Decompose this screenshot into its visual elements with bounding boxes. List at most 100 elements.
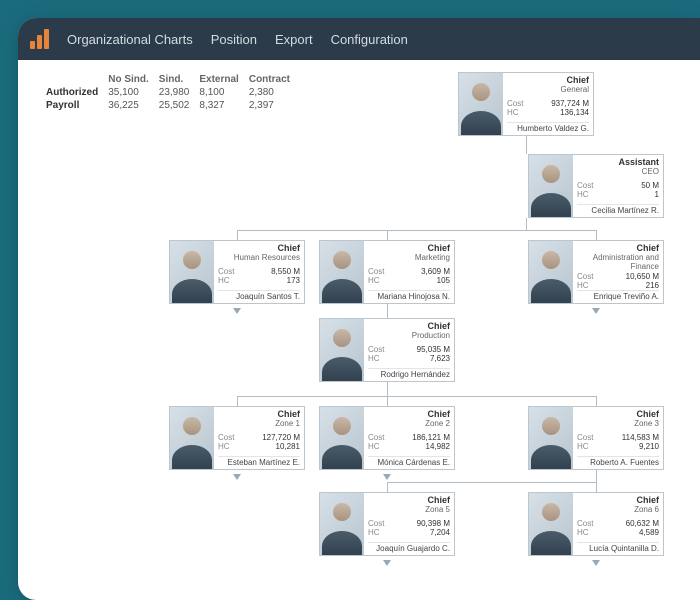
connector — [596, 396, 597, 406]
org-node-adminfin[interactable]: Chief Administration and Finance Cost 10,… — [528, 240, 664, 304]
org-node-hr[interactable]: Chief Human Resources Cost8,550 M HC173 … — [169, 240, 305, 304]
node-dept: Zona 6 — [577, 505, 659, 514]
avatar — [529, 241, 573, 303]
logo-icon — [30, 29, 49, 49]
node-name: Mariana Hinojosa N. — [368, 290, 450, 301]
metric-label: HC — [577, 281, 589, 290]
node-name: Cecilia Martínez R. — [577, 204, 659, 215]
connector — [387, 482, 388, 492]
node-role: Chief — [368, 495, 450, 505]
node-role: Chief — [577, 495, 659, 505]
org-node-marketing[interactable]: Chief Marketing Cost3,609 M HC105 Marian… — [319, 240, 455, 304]
node-role: Chief — [368, 409, 450, 419]
metric-value: 90,398 M — [417, 519, 450, 528]
nav-position[interactable]: Position — [211, 32, 257, 47]
avatar — [170, 407, 214, 469]
node-dept: CEO — [577, 167, 659, 176]
app-window: Organizational Charts Position Export Co… — [18, 18, 700, 600]
connector — [526, 136, 527, 154]
metric-label: HC — [577, 442, 589, 451]
node-name: Mónica Cárdenas E. — [368, 456, 450, 467]
expand-arrow-icon[interactable] — [383, 560, 391, 566]
node-dept: Zone 3 — [577, 419, 659, 428]
connector — [237, 396, 238, 406]
metric-value: 114,583 M — [622, 433, 659, 442]
node-name: Roberto A. Fuentes — [577, 456, 659, 467]
expand-arrow-icon[interactable] — [592, 308, 600, 314]
org-node-zone2[interactable]: Chief Zone 2 Cost186,121 M HC14,982 Móni… — [319, 406, 455, 470]
metric-value: 1 — [655, 190, 659, 199]
metric-label: HC — [368, 442, 380, 451]
node-dept: Zone 2 — [368, 419, 450, 428]
expand-arrow-icon[interactable] — [383, 474, 391, 480]
org-node-production[interactable]: Chief Production Cost95,035 M HC7,623 Ro… — [319, 318, 455, 382]
node-name: Joaquín Guajardo C. — [368, 542, 450, 553]
metric-label: Cost — [368, 345, 384, 354]
metric-value: 10,650 M — [626, 272, 659, 281]
metric-label: Cost — [507, 99, 523, 108]
metric-value: 216 — [646, 281, 659, 290]
node-dept: Production — [368, 331, 450, 340]
connector — [387, 230, 388, 240]
topbar: Organizational Charts Position Export Co… — [18, 18, 700, 60]
org-node-zona6[interactable]: Chief Zona 6 Cost60,632 M HC4,589 Lucía … — [528, 492, 664, 556]
node-dept: Marketing — [368, 253, 450, 262]
nav-configuration[interactable]: Configuration — [331, 32, 408, 47]
metric-value: 937,724 M — [551, 99, 589, 108]
node-role: Chief — [577, 243, 659, 253]
org-node-zone1[interactable]: Chief Zone 1 Cost127,720 M HC10,281 Este… — [169, 406, 305, 470]
metric-value: 7,204 — [430, 528, 450, 537]
org-node-zone3[interactable]: Chief Zone 3 Cost114,583 M HC9,210 Rober… — [528, 406, 664, 470]
nav-org-charts[interactable]: Organizational Charts — [67, 32, 193, 47]
node-role: Chief — [218, 243, 300, 253]
metric-label: Cost — [218, 433, 234, 442]
metric-label: HC — [218, 276, 230, 285]
connector — [237, 230, 596, 231]
node-role: Chief — [577, 409, 659, 419]
node-role: Assistant — [577, 157, 659, 167]
metric-value: 10,281 — [276, 442, 300, 451]
node-dept: Zona 5 — [368, 505, 450, 514]
metric-label: Cost — [368, 519, 384, 528]
avatar — [529, 155, 573, 217]
metric-value: 105 — [437, 276, 450, 285]
node-name: Lucía Quintanilla D. — [577, 542, 659, 553]
metric-label: Cost — [577, 272, 593, 281]
metric-value: 4,589 — [639, 528, 659, 537]
connector — [526, 218, 527, 230]
expand-arrow-icon[interactable] — [233, 308, 241, 314]
metric-value: 7,623 — [430, 354, 450, 363]
org-node-zona5[interactable]: Chief Zona 5 Cost 90,398 M HC 7,204 Joaquí… — [319, 492, 455, 556]
avatar — [320, 319, 364, 381]
metric-value: 173 — [287, 276, 300, 285]
node-dept: Zone 1 — [218, 419, 300, 428]
metric-value: 95,035 M — [417, 345, 450, 354]
content-area: No Sind. Sind. External Contract Authori… — [18, 60, 700, 600]
node-dept: Administration and Finance — [577, 253, 659, 271]
metric-label: Cost — [368, 267, 384, 276]
org-node-general[interactable]: Chief General Cost937,724 M HC136,134 Hu… — [458, 72, 594, 136]
metric-value: 60,632 M — [626, 519, 659, 528]
metric-label: HC — [368, 528, 380, 537]
metric-label: Cost — [368, 433, 384, 442]
avatar — [529, 493, 573, 555]
expand-arrow-icon[interactable] — [233, 474, 241, 480]
connector — [237, 230, 238, 240]
metric-label: HC — [218, 442, 230, 451]
metric-value: 3,609 M — [421, 267, 450, 276]
node-role: Chief — [368, 321, 450, 331]
org-node-assistant[interactable]: Assistant CEO Cost50 M HC1 Cecilia Martí… — [528, 154, 664, 218]
connector — [387, 382, 388, 396]
node-role: Chief — [368, 243, 450, 253]
expand-arrow-icon[interactable] — [592, 560, 600, 566]
avatar — [320, 407, 364, 469]
avatar — [459, 73, 503, 135]
node-dept: General — [507, 85, 589, 94]
org-chart: Chief General Cost937,724 M HC136,134 Hu… — [18, 64, 700, 600]
metric-value: 127,720 M — [262, 433, 300, 442]
avatar — [320, 493, 364, 555]
connector — [596, 482, 597, 492]
node-name: Esteban Martínez E. — [218, 456, 300, 467]
avatar — [529, 407, 573, 469]
nav-export[interactable]: Export — [275, 32, 313, 47]
